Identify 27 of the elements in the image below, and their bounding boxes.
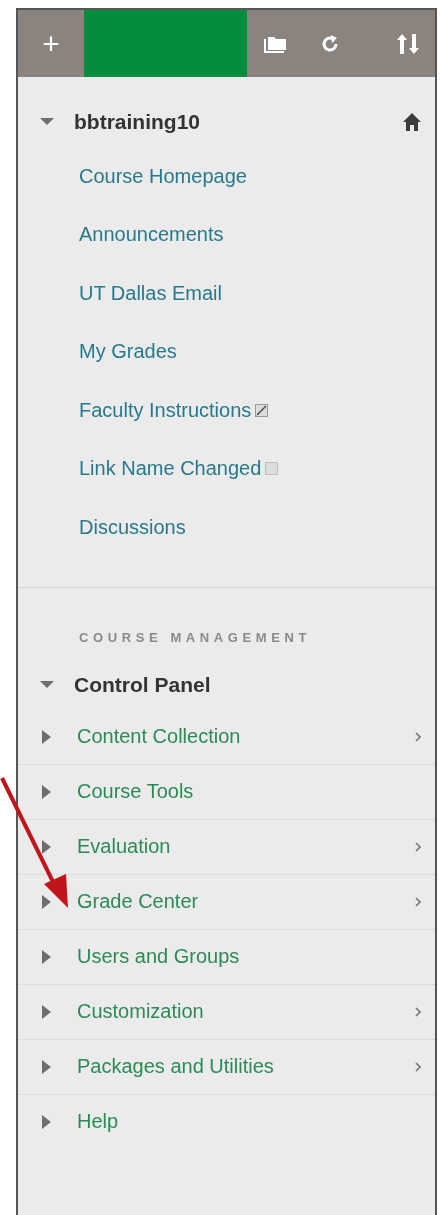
home-icon[interactable] <box>403 113 421 131</box>
course-link[interactable]: Announcements <box>79 223 224 247</box>
sort-icon <box>395 33 420 54</box>
course-link[interactable]: Course Homepage <box>79 164 247 188</box>
control-panel-link[interactable]: Content Collection <box>77 725 415 748</box>
control-panel-link[interactable]: Packages and Utilities <box>77 1055 415 1078</box>
course-link[interactable]: Faculty Instructions <box>79 398 252 422</box>
control-panel-link[interactable]: Evaluation <box>77 835 415 858</box>
chevron-right-icon[interactable] <box>415 1061 421 1072</box>
chevron-right-icon[interactable] <box>415 731 421 742</box>
folder-icon <box>263 34 286 53</box>
course-link[interactable]: UT Dallas Email <box>79 281 222 305</box>
chevron-right-icon[interactable] <box>415 1006 421 1017</box>
control-panel-link[interactable]: Course Tools <box>77 780 421 803</box>
refresh-icon <box>320 34 339 53</box>
control-panel-link[interactable]: Help <box>77 1110 421 1133</box>
course-link[interactable]: Discussions <box>79 515 186 539</box>
section-heading: COURSE MANAGEMENT <box>78 628 313 647</box>
course-link[interactable]: My Grades <box>79 340 177 364</box>
course-link[interactable]: Link Name Changed <box>79 457 262 481</box>
course-title[interactable]: bbtraining10 <box>74 110 403 134</box>
chevron-right-icon[interactable] <box>415 841 421 852</box>
control-panel-link[interactable]: Users and Groups <box>77 945 421 968</box>
control-panel-title[interactable]: Control Panel <box>74 672 435 697</box>
control-panel-link[interactable]: Grade Center <box>77 890 415 913</box>
chevron-right-icon[interactable] <box>415 896 421 907</box>
control-panel-link[interactable]: Customization <box>77 1000 415 1023</box>
